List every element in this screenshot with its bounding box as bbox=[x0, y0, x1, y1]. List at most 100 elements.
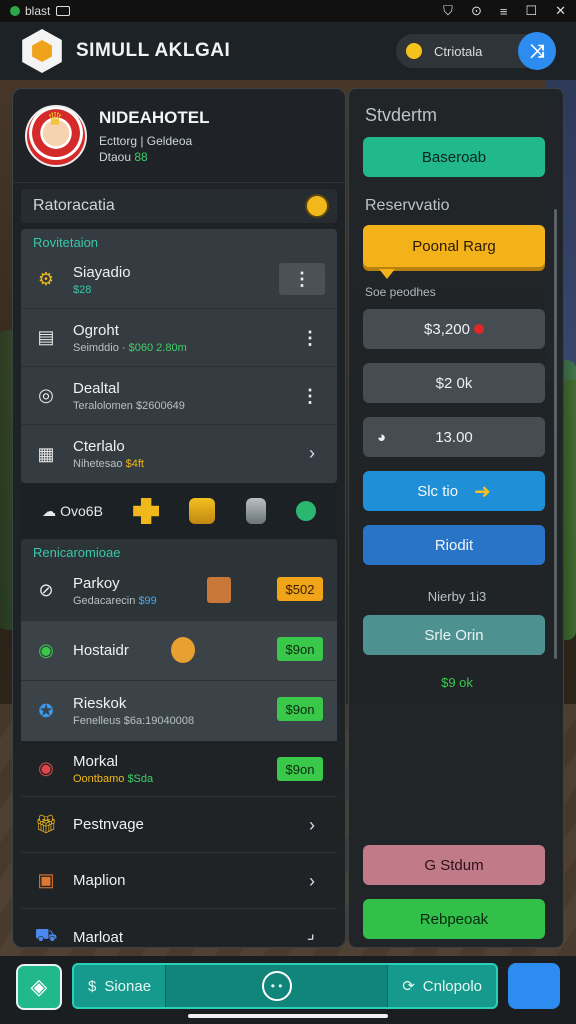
price-tag[interactable]: $9on bbox=[277, 637, 323, 661]
group-title: Rovitetaion bbox=[33, 235, 99, 250]
avatar[interactable] bbox=[25, 104, 87, 167]
chevron-right-icon[interactable]: › bbox=[309, 443, 315, 464]
hotel-subtitle: Ecttorg | Geldeoa bbox=[99, 133, 193, 148]
list-item[interactable]: ▤ Ogroht Seimddio · $060 2.80m ⋮ bbox=[21, 309, 337, 367]
app-header: SIMULL AKLGAI Ctriotala ⤨ bbox=[0, 22, 576, 80]
profile-pill[interactable]: Ctriotala ⤨ bbox=[396, 32, 556, 70]
profile-label: Ctriotala bbox=[434, 43, 483, 59]
cart-icon: ⛟ bbox=[34, 925, 58, 945]
group-services: Renicaromioae ⊘ Parkoy Gedacarecin $99 $… bbox=[21, 539, 337, 741]
coin-icon[interactable] bbox=[305, 194, 329, 218]
reservation-title: Reservvatio bbox=[365, 197, 450, 214]
panel-title: Stvdertm bbox=[365, 105, 438, 125]
more-button[interactable]: ⋮ bbox=[279, 263, 325, 295]
list-item[interactable]: ⛟ Marloat › bbox=[21, 909, 337, 947]
section-label: Soe peodhes bbox=[365, 285, 436, 299]
price-tag[interactable]: $502 bbox=[277, 577, 323, 601]
cancel-button[interactable]: G Stdum bbox=[363, 845, 545, 885]
close-icon[interactable]: ✕ bbox=[555, 3, 566, 19]
nav-right[interactable]: ⟳ Cnlopolo bbox=[388, 965, 496, 1007]
scrollbar[interactable] bbox=[554, 209, 557, 659]
chest-icon bbox=[207, 577, 231, 603]
list-item[interactable]: ⊘ Parkoy Gedacarecin $99 $502 bbox=[21, 561, 337, 621]
ring-icon: ◉ bbox=[38, 640, 54, 660]
steering-icon: ⊘ bbox=[38, 580, 54, 600]
coins-icon bbox=[171, 637, 195, 663]
nearby-label: Nierby 1i3 bbox=[427, 589, 487, 604]
app-logo bbox=[22, 29, 62, 73]
bag-icon[interactable] bbox=[245, 498, 266, 524]
chevron-right-icon[interactable]: › bbox=[309, 871, 315, 892]
chest-icon: ▣ bbox=[37, 870, 55, 890]
hotel-panel: NIDEAHOTEL Ecttorg | Geldeoa Dtaou 88 Ra… bbox=[12, 88, 346, 948]
callout-arrow bbox=[379, 269, 395, 279]
more-button[interactable]: ⋮ bbox=[301, 328, 319, 349]
gift-icon[interactable] bbox=[189, 498, 216, 524]
refresh-icon: ⟳ bbox=[402, 978, 415, 995]
secondary-button[interactable]: Srle Orin bbox=[363, 615, 545, 655]
nav-center[interactable]: • • bbox=[165, 965, 389, 1007]
nav-left[interactable]: $ Sionae bbox=[74, 965, 165, 1007]
bottom-nav: $ Sionae • • ⟳ Cnlopolo bbox=[72, 963, 498, 1009]
square-icon[interactable]: ☐ bbox=[525, 3, 537, 19]
chevron-down-icon[interactable]: › bbox=[302, 928, 321, 947]
hotel-subtitle-2: Dtaou 88 bbox=[99, 149, 148, 164]
price-tag[interactable]: $9on bbox=[277, 697, 323, 721]
list-item[interactable]: ▣ Maplion › bbox=[21, 853, 337, 909]
confirm-button[interactable]: Riodit bbox=[363, 525, 545, 565]
dollar-icon: $ bbox=[88, 977, 97, 995]
price-button[interactable]: $2 0k bbox=[363, 363, 545, 403]
gift-icon: 🎁︎ bbox=[34, 814, 58, 834]
smile-icon: • • bbox=[261, 971, 292, 1001]
gear-icon: ⚙ bbox=[37, 269, 55, 289]
group-extras: ◉ Morkal Oontbamo $Sda $9on 🎁︎ Pestnvage… bbox=[13, 741, 345, 947]
list-item[interactable]: 🎁︎ Pestnvage › bbox=[21, 797, 337, 853]
arrow-right-icon: ➜ bbox=[474, 480, 491, 503]
list-item[interactable]: ✪ Rieskok Fenelleus $6a:19040008 $9on bbox=[21, 681, 337, 741]
status-bar: blast ⛉ ⊙ ≡ ☐ ✕ bbox=[0, 0, 576, 22]
list-item[interactable]: ◉ Hostaidr $9on bbox=[21, 621, 337, 681]
gem-icon[interactable] bbox=[295, 501, 316, 521]
hotel-name: NIDEAHOTEL bbox=[99, 107, 210, 127]
price-button[interactable]: $3,200 bbox=[363, 309, 545, 349]
gold-button[interactable]: Poonal Rarg bbox=[363, 225, 545, 267]
group-reservations: Rovitetaion ⚙ Siayadio $28 ⋮ ▤ Ogroht Se… bbox=[21, 229, 337, 483]
list-item[interactable]: ◉ Morkal Oontbamo $Sda $9on bbox=[21, 741, 337, 797]
reservation-panel: Stvdertm Baseroab Reservvatio Poonal Rar… bbox=[348, 88, 564, 948]
document-icon: ▤ bbox=[37, 327, 55, 347]
list-item[interactable]: ⚙ Siayadio $28 ⋮ bbox=[21, 251, 337, 309]
blue-action-button[interactable] bbox=[508, 963, 560, 1009]
price-button[interactable]: ◕ 13.00 bbox=[363, 417, 545, 457]
menu-icon: ≡ bbox=[499, 3, 508, 19]
hotel-header: NIDEAHOTEL Ecttorg | Geldeoa Dtaou 88 bbox=[13, 89, 345, 183]
target-icon: ◉ bbox=[38, 758, 54, 778]
alert-dot bbox=[473, 324, 484, 334]
cloud-icon[interactable]: ☁ Ovo6B bbox=[42, 503, 103, 520]
primary-button[interactable]: Baseroab bbox=[363, 137, 545, 177]
gauge-icon: ◎ bbox=[38, 385, 54, 405]
swap-icon[interactable]: ⤨ bbox=[518, 32, 556, 70]
notification-dot bbox=[10, 6, 20, 16]
shield-icon: ⛉ bbox=[443, 3, 453, 18]
select-button[interactable]: Slc tio ➜ bbox=[363, 471, 545, 511]
list-item[interactable]: ◎ Dealtal Teralolomen $2600649 ⋮ bbox=[21, 367, 337, 425]
screen-icon bbox=[56, 6, 71, 16]
signal-icon: ⊙ bbox=[470, 3, 482, 18]
app-title: SIMULL AKLGAI bbox=[76, 40, 231, 61]
group-title: Renicaromioae bbox=[33, 545, 121, 560]
list-item[interactable]: ▦ Cterlalo Nihetesao $4ft › bbox=[21, 425, 337, 483]
coin-icon bbox=[404, 41, 424, 61]
status-left-text: blast bbox=[25, 4, 51, 18]
more-button[interactable]: ⋮ bbox=[301, 386, 319, 407]
section-header[interactable]: Ratoracatia bbox=[21, 189, 337, 223]
building-icon: ▦ bbox=[37, 443, 55, 464]
status-badge: $9 ok bbox=[441, 675, 473, 690]
price-tag[interactable]: $9on bbox=[277, 757, 323, 781]
quick-icon-row: ☁ Ovo6B bbox=[21, 483, 337, 539]
clock-icon: ◕ bbox=[377, 428, 387, 446]
puzzle-icon[interactable] bbox=[133, 498, 160, 524]
chevron-right-icon[interactable]: › bbox=[309, 815, 315, 836]
cube-icon[interactable]: ◈ bbox=[16, 964, 62, 1010]
submit-button[interactable]: Rebpeoak bbox=[363, 899, 545, 939]
home-indicator[interactable] bbox=[188, 1014, 388, 1018]
